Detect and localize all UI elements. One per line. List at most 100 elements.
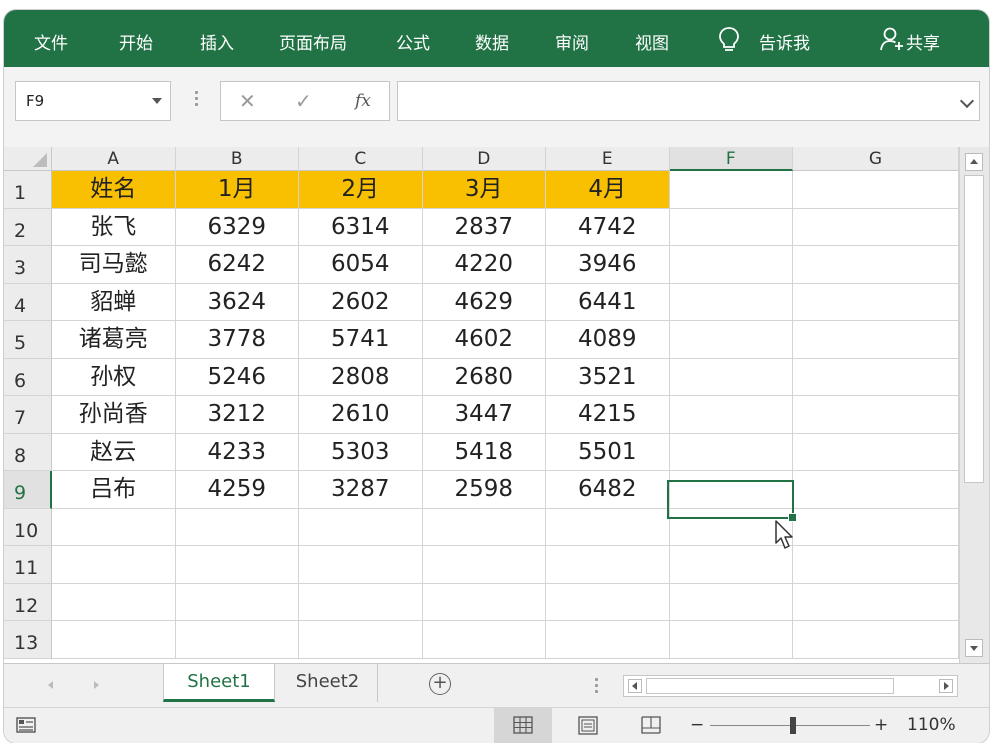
cell-d7[interactable]: 3447 (422, 396, 546, 434)
cell-e6[interactable]: 3521 (546, 358, 670, 396)
vertical-scroll-thumb[interactable] (964, 175, 984, 483)
row-header-3[interactable]: 3 (4, 246, 52, 284)
cell-a6[interactable]: 孙权 (52, 358, 176, 396)
cell-a13[interactable] (52, 621, 176, 659)
cell-f2[interactable] (669, 208, 793, 246)
lightbulb-icon[interactable] (718, 26, 740, 52)
cell-d5[interactable]: 4602 (422, 321, 546, 359)
cell-b3[interactable]: 6242 (175, 246, 299, 284)
column-header-e[interactable]: E (546, 147, 670, 171)
cell-c5[interactable]: 5741 (299, 321, 423, 359)
cell-d1[interactable]: 3月 (422, 171, 546, 209)
cell-e12[interactable] (546, 583, 670, 621)
tab-home[interactable]: 开始 (119, 29, 153, 54)
cell-b11[interactable] (175, 546, 299, 584)
row-header-12[interactable]: 12 (4, 583, 52, 621)
sheet-next-icon[interactable] (94, 681, 99, 689)
sheet-tab-sheet1[interactable]: Sheet1 (163, 664, 275, 702)
cell-g11[interactable] (793, 546, 959, 584)
scroll-down-icon[interactable] (965, 639, 983, 657)
cell-c11[interactable] (299, 546, 423, 584)
enter-check-icon[interactable]: ✓ (295, 89, 312, 113)
worksheet-grid[interactable]: ABCDEFG 1 2 3 4 5 6 7 8 9 10 11 12 13 姓名 1月 2月 3月 4月 张飞 63… (4, 147, 989, 663)
cancel-icon[interactable]: ✕ (239, 89, 256, 113)
scroll-right-icon[interactable] (939, 679, 953, 693)
sheet-prev-icon[interactable] (48, 681, 53, 689)
cell-a12[interactable] (52, 583, 176, 621)
row-header-7[interactable]: 7 (4, 396, 52, 434)
tab-split-dots-icon[interactable] (595, 678, 598, 696)
scroll-up-icon[interactable] (965, 153, 983, 171)
select-all-corner[interactable] (4, 147, 52, 171)
cell-b12[interactable] (175, 583, 299, 621)
insert-function-button[interactable]: fx (355, 91, 371, 111)
tab-data[interactable]: 数据 (475, 29, 509, 54)
tab-insert[interactable]: 插入 (200, 29, 234, 54)
row-header-6[interactable]: 6 (4, 358, 52, 396)
cell-d8[interactable]: 5418 (422, 433, 546, 471)
page-layout-view-button[interactable] (559, 708, 617, 743)
vertical-scrollbar[interactable] (959, 147, 989, 663)
cell-c10[interactable] (299, 508, 423, 546)
cell-f5[interactable] (669, 321, 793, 359)
cell-g5[interactable] (793, 321, 959, 359)
cell-b1[interactable]: 1月 (175, 171, 299, 209)
cell-g10[interactable] (793, 508, 959, 546)
cell-d6[interactable]: 2680 (422, 358, 546, 396)
cell-f4[interactable] (669, 283, 793, 321)
cell-f1[interactable] (669, 171, 793, 209)
sheet-tab-sheet2[interactable]: Sheet2 (278, 664, 378, 702)
tab-formulas[interactable]: 公式 (396, 29, 430, 54)
zoom-slider-knob[interactable] (790, 717, 796, 734)
cell-e4[interactable]: 6441 (546, 283, 670, 321)
cell-f6[interactable] (669, 358, 793, 396)
cell-c12[interactable] (299, 583, 423, 621)
cell-a7[interactable]: 孙尚香 (52, 396, 176, 434)
cell-b10[interactable] (175, 508, 299, 546)
cell-f13[interactable] (669, 621, 793, 659)
cell-g2[interactable] (793, 208, 959, 246)
cell-g13[interactable] (793, 621, 959, 659)
cell-f7[interactable] (669, 396, 793, 434)
cell-c4[interactable]: 2602 (299, 283, 423, 321)
row-header-2[interactable]: 2 (4, 208, 52, 246)
cell-d9[interactable]: 2598 (422, 471, 546, 509)
cell-b2[interactable]: 6329 (175, 208, 299, 246)
cell-c2[interactable]: 6314 (299, 208, 423, 246)
cell-f11[interactable] (669, 546, 793, 584)
row-header-4[interactable]: 4 (4, 283, 52, 321)
cell-a5[interactable]: 诸葛亮 (52, 321, 176, 359)
cell-g1[interactable] (793, 171, 959, 209)
cell-d10[interactable] (422, 508, 546, 546)
cell-b5[interactable]: 3778 (175, 321, 299, 359)
grip-dots-icon[interactable] (195, 91, 198, 109)
cell-e13[interactable] (546, 621, 670, 659)
page-break-view-button[interactable] (622, 708, 680, 743)
cell-a10[interactable] (52, 508, 176, 546)
name-box[interactable]: F9 (15, 81, 171, 121)
zoom-level[interactable]: 110% (907, 715, 956, 735)
cell-g12[interactable] (793, 583, 959, 621)
cell-g8[interactable] (793, 433, 959, 471)
cell-c13[interactable] (299, 621, 423, 659)
column-header-c[interactable]: C (299, 147, 423, 171)
expand-formula-icon[interactable] (959, 93, 975, 109)
cell-c6[interactable]: 2808 (299, 358, 423, 396)
cell-b9[interactable]: 4259 (175, 471, 299, 509)
cell-e1[interactable]: 4月 (546, 171, 670, 209)
cell-b4[interactable]: 3624 (175, 283, 299, 321)
column-header-d[interactable]: D (422, 147, 546, 171)
cell-c8[interactable]: 5303 (299, 433, 423, 471)
cell-c9[interactable]: 3287 (299, 471, 423, 509)
cell-g3[interactable] (793, 246, 959, 284)
cell-a4[interactable]: 貂蝉 (52, 283, 176, 321)
cell-b13[interactable] (175, 621, 299, 659)
cell-g7[interactable] (793, 396, 959, 434)
cell-b8[interactable]: 4233 (175, 433, 299, 471)
cell-f12[interactable] (669, 583, 793, 621)
horizontal-scroll-thumb[interactable] (646, 678, 894, 694)
row-header-10[interactable]: 10 (4, 508, 52, 546)
cell-a1[interactable]: 姓名 (52, 171, 176, 209)
cell-c7[interactable]: 2610 (299, 396, 423, 434)
zoom-out-button[interactable]: − (690, 715, 704, 735)
